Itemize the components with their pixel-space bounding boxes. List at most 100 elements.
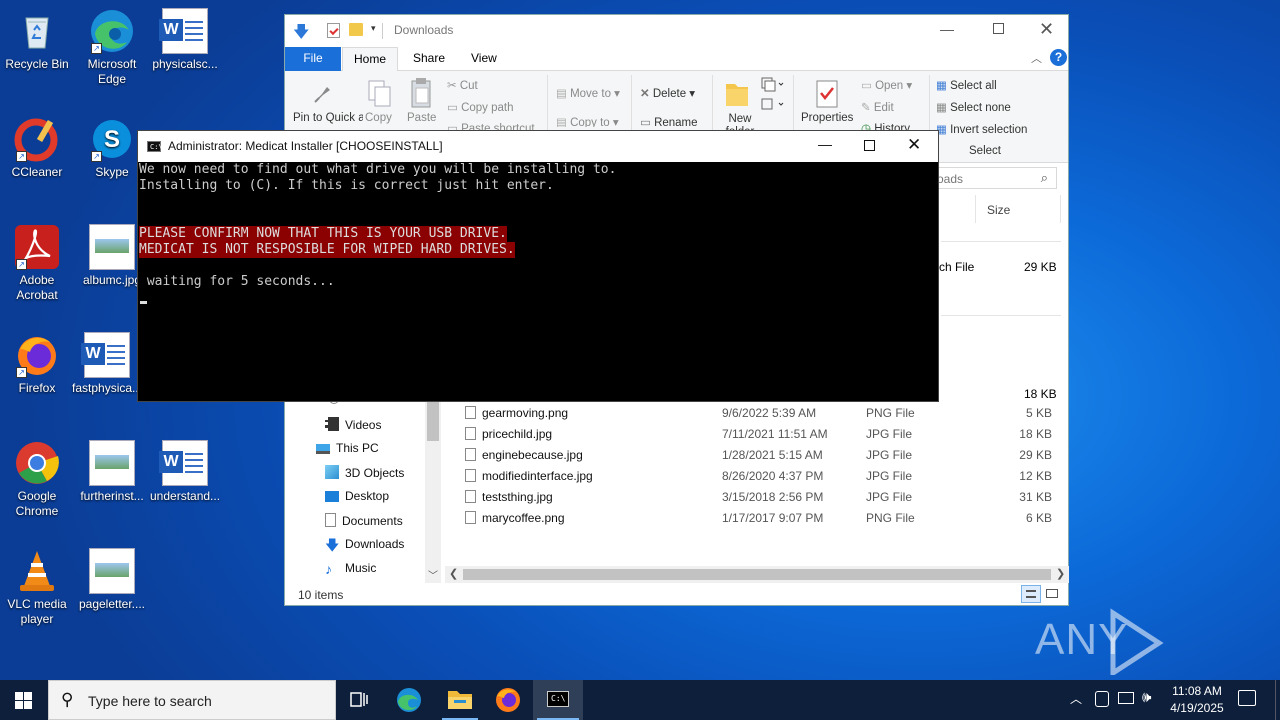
tab-file[interactable]: File bbox=[285, 47, 341, 71]
file-row[interactable]: marycoffee.png 1/17/2017 9:07 PM PNG File 6… bbox=[445, 508, 1058, 529]
delete-button[interactable]: ✕ Delete ▾ bbox=[640, 86, 695, 100]
desktop-icon-ccleaner[interactable]: ↗ CCleaner bbox=[2, 116, 72, 180]
new-folder-button[interactable]: New folder bbox=[723, 113, 757, 131]
clock-time[interactable]: 11:08 AM bbox=[1169, 684, 1225, 698]
taskbar-console-button[interactable]: C:\ bbox=[533, 680, 583, 720]
taskbar-edge-button[interactable] bbox=[395, 686, 425, 716]
console-maximize-button[interactable] bbox=[864, 140, 875, 151]
desktop-icon-edge[interactable]: ↗ Microsoft Edge bbox=[77, 8, 147, 87]
volume-icon[interactable]: 🕪 bbox=[1142, 689, 1151, 706]
horizontal-scrollbar[interactable]: ❮ ❯ bbox=[445, 566, 1069, 583]
properties-button[interactable]: Properties bbox=[801, 112, 853, 124]
tab-view[interactable]: View bbox=[471, 51, 497, 65]
copy-to-button[interactable]: ▤ Copy to ▾ bbox=[556, 115, 619, 127]
pin-to-quick-access-button[interactable]: Pin to Quick access bbox=[293, 112, 363, 127]
paste-button[interactable]: Paste bbox=[407, 112, 436, 124]
tree-item-music[interactable]: ♪ Music bbox=[325, 561, 376, 576]
start-button[interactable] bbox=[0, 680, 48, 720]
desktop-icon-firefox[interactable]: ↗ Firefox bbox=[2, 332, 72, 396]
file-row[interactable]: teststhing.jpg 3/15/2018 2:56 PM JPG File 3… bbox=[445, 487, 1058, 508]
clock-date[interactable]: 4/19/2025 bbox=[1166, 701, 1228, 715]
move-to-button[interactable]: ▤ Move to ▾ bbox=[556, 86, 620, 100]
scroll-right-arrow-icon[interactable]: ❯ bbox=[1056, 567, 1065, 580]
taskbar-firefox-button[interactable] bbox=[494, 686, 524, 716]
tree-item-documents[interactable]: Documents bbox=[325, 513, 403, 528]
minimize-button[interactable]: — bbox=[940, 21, 954, 37]
edit-button[interactable]: ✎ Edit bbox=[861, 100, 894, 114]
help-icon[interactable]: ? bbox=[1050, 49, 1067, 66]
desktop-icon-understand[interactable]: W understand... bbox=[150, 440, 220, 504]
task-view-button[interactable] bbox=[348, 690, 370, 710]
open-button[interactable]: ▭ Open ▾ bbox=[861, 78, 912, 92]
show-desktop-button[interactable] bbox=[1275, 680, 1280, 720]
cut-button[interactable]: ✂ Cut bbox=[447, 78, 478, 92]
search-icon[interactable]: ⌕ bbox=[1041, 170, 1048, 186]
invert-selection-button[interactable]: ▦ Invert selection bbox=[936, 122, 1027, 136]
scroll-left-arrow-icon[interactable]: ❮ bbox=[449, 567, 458, 580]
notifications-button[interactable] bbox=[1238, 690, 1256, 706]
explorer-title-bar[interactable]: 🡇 ▾ Downloads — ✕ bbox=[285, 15, 1068, 47]
desktop-icon-recycle-bin[interactable]: Recycle Bin bbox=[2, 8, 72, 72]
select-none-button[interactable]: ▦ Select none bbox=[936, 100, 1011, 114]
console-output[interactable]: We now need to find out what drive you w… bbox=[138, 162, 938, 401]
nav-scrollbar-thumb[interactable] bbox=[427, 401, 439, 441]
edit-icon: ✎ bbox=[861, 102, 874, 114]
tree-item-videos[interactable]: Videos bbox=[325, 417, 381, 432]
desktop-icon-physicalsc[interactable]: W physicalsc... bbox=[150, 8, 220, 72]
icon-label: pageletter.... bbox=[78, 597, 146, 611]
tree-item-3d-objects[interactable]: 3D Objects bbox=[325, 465, 404, 480]
network-adapter-icon[interactable] bbox=[1095, 691, 1109, 707]
desktop-icon-furtherinst[interactable]: furtherinst... bbox=[77, 440, 147, 504]
ribbon-collapse-icon[interactable]: ︿ bbox=[1031, 50, 1042, 66]
scroll-down-arrow-icon[interactable]: ﹀ bbox=[428, 567, 438, 582]
file-row[interactable]: pricechild.jpg 7/11/2021 11:51 AM JPG File… bbox=[445, 424, 1058, 445]
image-file-icon bbox=[465, 490, 476, 503]
close-button[interactable]: ✕ bbox=[1039, 19, 1054, 40]
new-folder-quick-icon[interactable] bbox=[349, 23, 363, 36]
tab-home[interactable]: Home bbox=[342, 47, 398, 72]
network-icon[interactable] bbox=[1118, 692, 1134, 704]
file-row[interactable]: enginebecause.jpg 1/28/2021 5:15 AM JPG Fi… bbox=[445, 445, 1058, 466]
tree-item-desktop[interactable]: Desktop bbox=[325, 489, 389, 503]
select-all-button[interactable]: ▦ Select all bbox=[936, 78, 997, 92]
search-box[interactable]: oads ⌕ bbox=[925, 167, 1057, 189]
file-name: gearmoving.png bbox=[482, 406, 569, 420]
videos-icon bbox=[325, 417, 339, 431]
console-close-button[interactable]: ✕ bbox=[907, 135, 921, 155]
column-header-size[interactable]: Size bbox=[987, 203, 1010, 217]
taskbar: ⚲ Type here to search C:\ ︿ 🕪 11:08 AM 4… bbox=[0, 680, 1280, 720]
copy-button[interactable]: Copy bbox=[365, 112, 392, 124]
shortcut-arrow-icon: ↗ bbox=[91, 151, 102, 162]
horizontal-scrollbar-thumb[interactable] bbox=[463, 569, 1051, 580]
details-view-button[interactable] bbox=[1021, 585, 1041, 603]
file-row[interactable]: gearmoving.png 9/6/2022 5:39 AM PNG File 5 … bbox=[445, 403, 1058, 424]
nav-scrollbar[interactable]: ﹀ bbox=[425, 387, 441, 583]
console-window[interactable]: C:\ Administrator: Medicat Installer [CH… bbox=[137, 130, 939, 402]
maximize-button[interactable] bbox=[993, 23, 1004, 34]
edge-icon bbox=[397, 688, 421, 712]
taskbar-file-explorer-button[interactable] bbox=[438, 680, 482, 720]
desktop-icon-vlc[interactable]: VLC media player bbox=[2, 548, 72, 627]
rename-button[interactable]: ▭ Rename bbox=[640, 115, 698, 129]
customize-toolbar-icon[interactable]: ▾ bbox=[371, 23, 376, 34]
console-minimize-button[interactable]: — bbox=[818, 136, 832, 152]
copy-icon bbox=[368, 80, 391, 107]
desktop-icon-fastphysica[interactable]: W fastphysica... bbox=[72, 332, 142, 396]
desktop-icon-acrobat[interactable]: ↗ Adobe Acrobat bbox=[2, 224, 72, 303]
copy-path-button[interactable]: ▭ Copy path bbox=[447, 100, 514, 114]
taskbar-search-box[interactable]: ⚲ Type here to search bbox=[48, 680, 336, 720]
icon-label: Firefox bbox=[18, 381, 56, 395]
tab-share[interactable]: Share bbox=[413, 51, 445, 65]
file-row[interactable]: modifiedinterface.jpg 8/26/2020 4:37 PM JP… bbox=[445, 466, 1058, 487]
desktop-icon-chrome[interactable]: Google Chrome bbox=[2, 440, 72, 519]
console-title-bar[interactable]: C:\ Administrator: Medicat Installer [CH… bbox=[138, 131, 938, 162]
navigation-pane[interactable]: Searches Videos This PC 3D Objects Deskt… bbox=[285, 387, 441, 583]
tree-item-this-pc[interactable]: This PC bbox=[316, 441, 379, 455]
large-icons-view-button[interactable] bbox=[1044, 586, 1060, 602]
tree-item-downloads[interactable]: 🡇 Downloads bbox=[325, 537, 404, 552]
word-document-icon: W bbox=[159, 440, 208, 486]
show-hidden-icons-button[interactable]: ︿ bbox=[1070, 690, 1082, 707]
quick-access-down-arrow-icon[interactable]: 🡇 bbox=[293, 21, 309, 48]
desktop-icon-pageletter[interactable]: pageletter.... bbox=[77, 548, 147, 612]
properties-quick-icon[interactable] bbox=[327, 23, 340, 38]
